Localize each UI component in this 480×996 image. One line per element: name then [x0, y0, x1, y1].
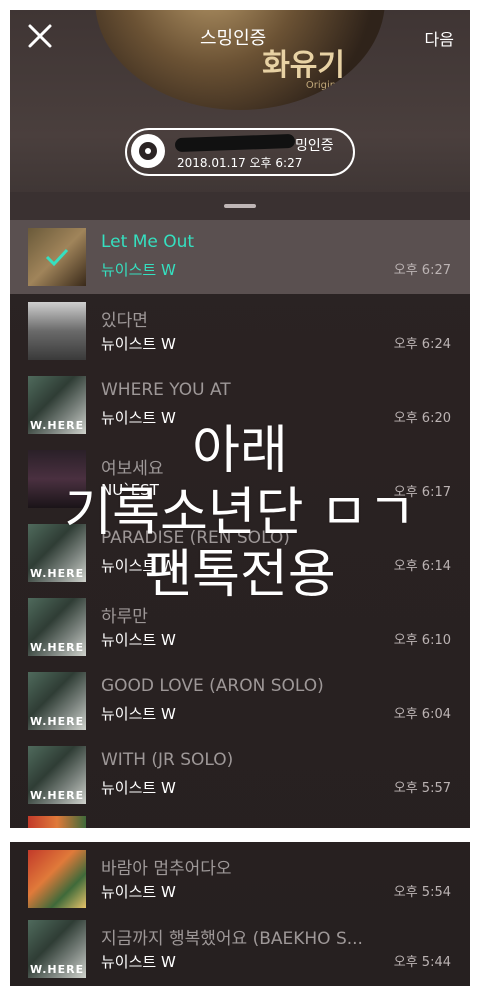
track-time: 오후 5:54	[393, 885, 451, 900]
album-art-text: W.HERE	[30, 789, 85, 802]
track-title: 여보세요	[101, 459, 164, 479]
track-time: 오후 6:24	[393, 337, 451, 352]
disc-icon	[131, 134, 165, 168]
album-thumbnail: W.HERE	[28, 598, 86, 656]
album-thumbnail: W.HERE	[28, 672, 86, 730]
album-thumbnail	[28, 302, 86, 360]
track-row[interactable]: W.HERE WHERE YOU AT 뉴이스트 W 오후 6:20	[10, 368, 470, 442]
track-artist: 뉴이스트 W	[101, 779, 176, 797]
album-thumbnail	[28, 850, 86, 908]
track-time: 오후 6:10	[393, 633, 451, 648]
track-row[interactable]: 바람아 멈추어다오 뉴이스트 W 오후 5:54	[10, 842, 470, 916]
streaming-proof-screen: 화유기 Original 스밍인증 다음 밍인증 2018.01.17 오후 6…	[10, 10, 470, 986]
track-time: 오후 6:20	[393, 411, 451, 426]
album-art-text: W.HERE	[30, 715, 85, 728]
track-time: 오후 6:27	[393, 263, 451, 278]
track-row[interactable]: W.HERE 하루만 뉴이스트 W 오후 6:10	[10, 590, 470, 664]
header-title: 스밍인증	[200, 28, 267, 49]
cover-subtext: Original	[305, 80, 345, 91]
header: 화유기 Original 스밍인증 다음 밍인증 2018.01.17 오후 6…	[10, 10, 470, 220]
track-title: 지금까지 행복했어요 (BAEKHO S...	[101, 929, 363, 949]
cover-text: 화유기	[262, 48, 345, 83]
screenshot-divider	[10, 828, 470, 842]
album-art-text: W.HERE	[30, 419, 85, 432]
album-thumbnail	[28, 228, 86, 286]
track-time: 오후 6:14	[393, 559, 451, 574]
badge-date: 2018.01.17 오후 6:27	[177, 156, 303, 170]
album-thumbnail: W.HERE	[28, 920, 86, 978]
track-artist: 뉴이스트 W	[101, 705, 176, 723]
track-row[interactable]: 있다면 뉴이스트 W 오후 6:24	[10, 294, 470, 368]
track-title: WITH (JR SOLO)	[101, 750, 234, 770]
redaction-mark	[174, 133, 296, 153]
album-art-text: W.HERE	[30, 567, 85, 580]
track-row[interactable]: W.HERE WITH (JR SOLO) 뉴이스트 W 오후 5:57	[10, 738, 470, 812]
track-artist: 뉴이스트 W	[101, 409, 176, 427]
track-row[interactable]: 여보세요 NU`EST 오후 6:17	[10, 442, 470, 516]
track-row[interactable]: W.HERE PARADISE (REN SOLO) 뉴이스트 W 오후 6:1…	[10, 516, 470, 590]
track-title: 하루만	[101, 607, 148, 627]
track-artist: 뉴이스트 W	[101, 261, 176, 279]
track-time: 오후 6:17	[393, 485, 451, 500]
album-thumbnail-partial	[28, 816, 86, 828]
track-artist: NU`EST	[101, 481, 159, 499]
check-icon	[45, 248, 69, 267]
track-artist: 뉴이스트 W	[101, 953, 176, 971]
album-thumbnail: W.HERE	[28, 376, 86, 434]
album-thumbnail: W.HERE	[28, 746, 86, 804]
track-time: 오후 6:04	[393, 707, 451, 722]
album-art-text: W.HERE	[30, 963, 85, 976]
track-row[interactable]: Let Me Out 뉴이스트 W 오후 6:27	[10, 220, 470, 294]
track-artist: 뉴이스트 W	[101, 883, 176, 901]
close-icon[interactable]	[24, 20, 56, 52]
track-title: Let Me Out	[101, 232, 195, 252]
track-row[interactable]: W.HERE GOOD LOVE (ARON SOLO) 뉴이스트 W 오후 6…	[10, 664, 470, 738]
track-title: 바람아 멈추어다오	[101, 859, 232, 879]
track-artist: 뉴이스트 W	[101, 631, 176, 649]
track-artist: 뉴이스트 W	[101, 335, 176, 353]
drag-handle[interactable]	[224, 204, 256, 208]
track-title: 있다면	[101, 311, 148, 331]
next-button[interactable]: 다음	[425, 26, 454, 50]
album-art-text: W.HERE	[30, 641, 85, 654]
track-row[interactable]: W.HERE 지금까지 행복했어요 (BAEKHO S... 뉴이스트 W 오후…	[10, 912, 470, 986]
track-title: WHERE YOU AT	[101, 380, 231, 400]
album-thumbnail	[28, 450, 86, 508]
verification-badge: 밍인증 2018.01.17 오후 6:27	[125, 128, 355, 176]
badge-label: 밍인증	[295, 138, 334, 154]
track-artist: 뉴이스트 W	[101, 557, 176, 575]
track-time: 오후 5:44	[393, 955, 451, 970]
track-title: PARADISE (REN SOLO)	[101, 528, 290, 548]
track-time: 오후 5:57	[393, 781, 451, 796]
album-thumbnail: W.HERE	[28, 524, 86, 582]
track-title: GOOD LOVE (ARON SOLO)	[101, 676, 324, 696]
